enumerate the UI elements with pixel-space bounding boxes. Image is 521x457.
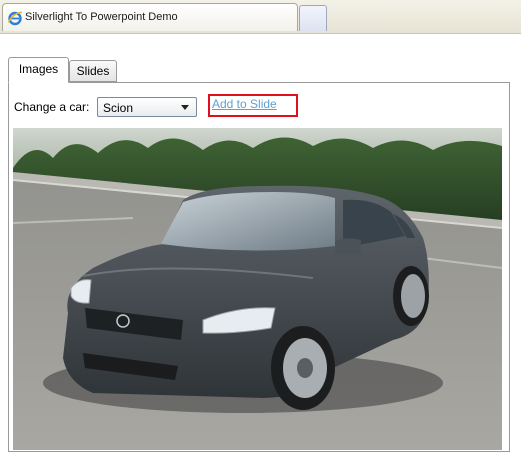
change-car-label: Change a car: xyxy=(14,100,90,114)
new-tab-button[interactable] xyxy=(299,5,327,31)
tab-images[interactable]: Images xyxy=(8,57,69,83)
browser-tab-strip: Silverlight To Powerpoint Demo xyxy=(0,0,521,34)
car-photo xyxy=(13,128,502,450)
add-to-slide-link[interactable]: Add to Slide xyxy=(212,97,277,111)
dropdown-arrow-icon xyxy=(181,105,189,110)
car-select-dropdown[interactable]: Scion xyxy=(97,97,197,117)
browser-tab-title: Silverlight To Powerpoint Demo xyxy=(25,11,178,23)
browser-tab[interactable]: Silverlight To Powerpoint Demo xyxy=(2,3,298,31)
car-select-value: Scion xyxy=(103,101,134,115)
tab-slides[interactable]: Slides xyxy=(69,60,117,82)
internet-explorer-icon xyxy=(7,11,23,26)
